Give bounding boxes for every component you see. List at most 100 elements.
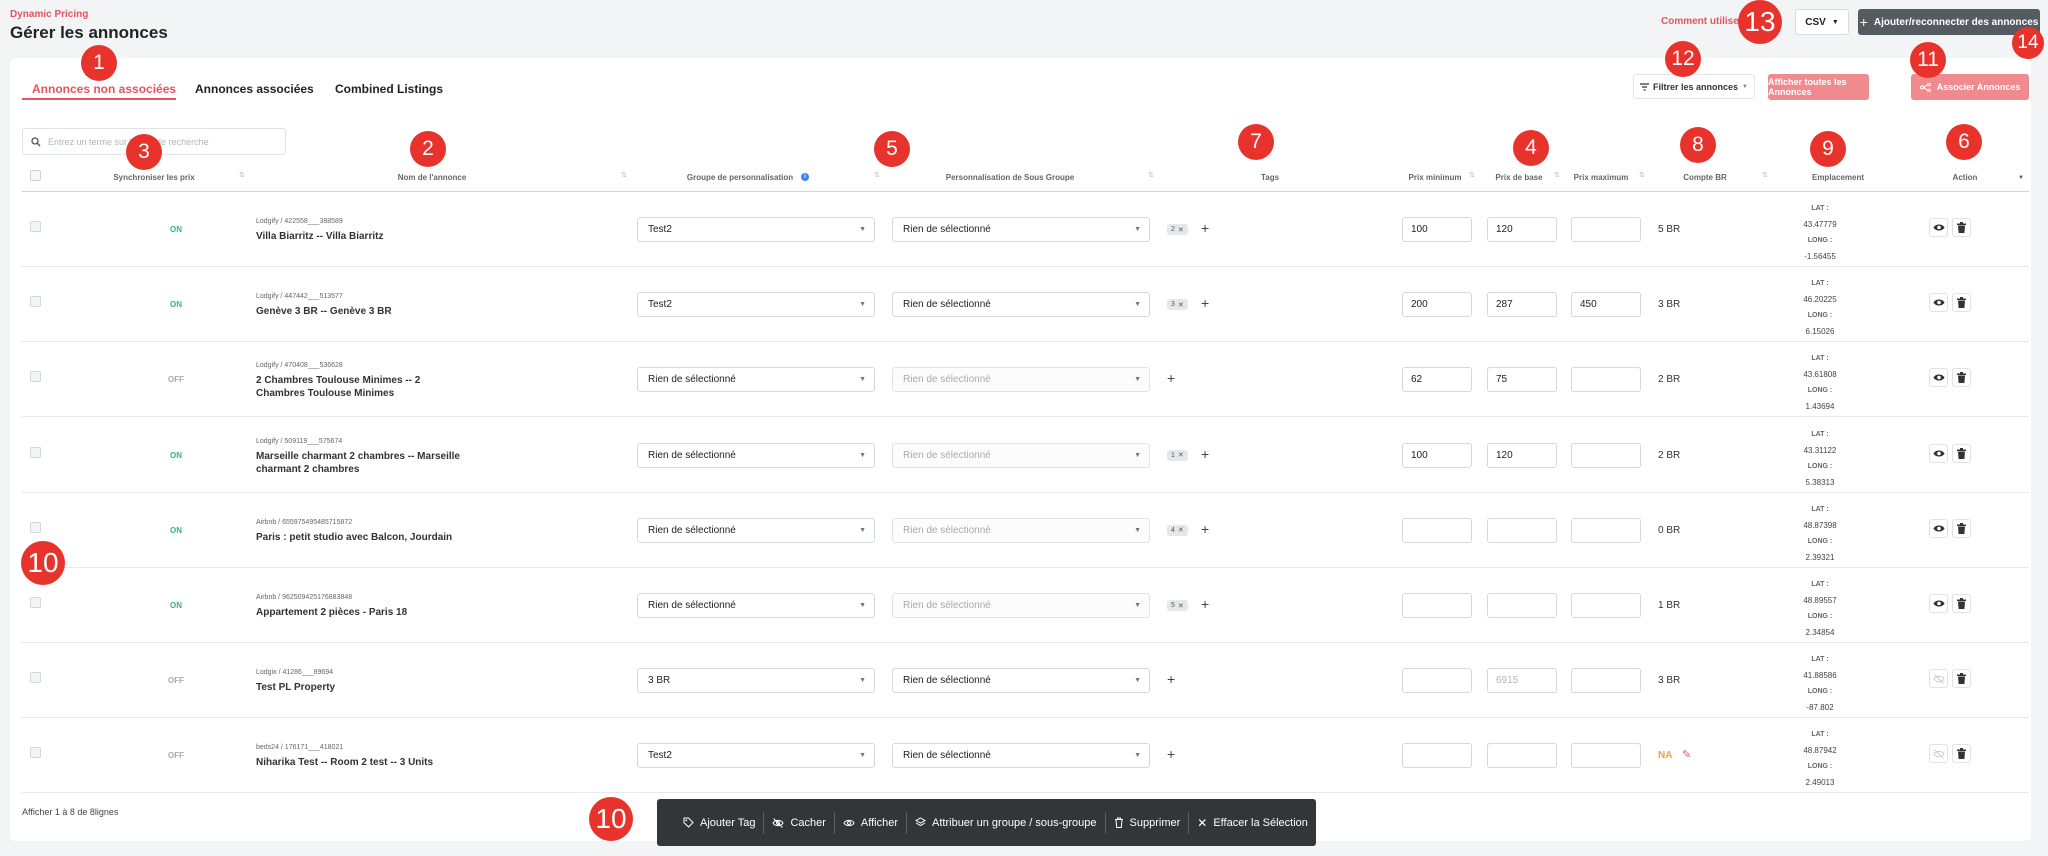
subgroup-select[interactable]: Rien de sélectionné ▼ [892, 517, 1150, 543]
hide-button[interactable]: Cacher [764, 812, 833, 834]
col-group[interactable]: Groupe de personnalisation [680, 173, 800, 182]
col-base-price[interactable]: Prix de base [1484, 173, 1554, 182]
filter-button[interactable]: Filtrer les annonces ▼ [1633, 74, 1755, 99]
trash-icon[interactable] [1952, 594, 1971, 613]
sort-icon[interactable]: ⇅ [874, 172, 880, 180]
max-price-input[interactable] [1571, 517, 1641, 543]
col-sync[interactable]: Synchroniser les prix [104, 173, 204, 182]
col-name[interactable]: Nom de l'annonce [372, 173, 492, 182]
row-checkbox[interactable] [30, 446, 41, 458]
base-price-input[interactable] [1487, 743, 1557, 769]
close-icon[interactable]: ✕ [1178, 526, 1184, 534]
close-icon[interactable]: ✕ [1178, 602, 1184, 610]
col-subgroup[interactable]: Personnalisation de Sous Groupe [940, 173, 1080, 182]
subgroup-select[interactable]: Rien de sélectionné ▼ [892, 743, 1150, 769]
sync-toggle[interactable]: ON [146, 300, 206, 309]
group-select[interactable]: 3 BR ▼ [637, 668, 875, 694]
tag-chip[interactable]: 1 ✕ [1167, 449, 1188, 461]
eye-icon[interactable] [1929, 368, 1948, 388]
trash-icon[interactable] [1952, 218, 1971, 237]
sync-toggle[interactable]: ON [146, 225, 206, 234]
subgroup-select[interactable]: Rien de sélectionné ▼ [892, 217, 1150, 242]
group-select[interactable]: Rien de sélectionné ▼ [637, 367, 875, 393]
eye-icon[interactable] [1929, 293, 1948, 313]
sync-toggle[interactable]: ON [146, 451, 206, 460]
sort-icon[interactable]: ⇅ [1554, 172, 1560, 180]
row-checkbox[interactable] [30, 221, 41, 232]
min-price-input[interactable]: 62 [1402, 367, 1472, 393]
add-tag-icon[interactable]: + [1201, 220, 1209, 236]
sort-icon[interactable]: ⇅ [621, 172, 627, 180]
row-checkbox[interactable] [30, 521, 41, 533]
trash-icon[interactable] [1952, 368, 1971, 388]
eye-icon[interactable] [1929, 443, 1948, 463]
pencil-icon[interactable]: ✎ [1682, 748, 1691, 761]
subgroup-select[interactable]: Rien de sélectionné ▼ [892, 292, 1150, 318]
sort-icon[interactable]: ⇅ [1469, 172, 1475, 180]
add-listings-button[interactable]: + Ajouter/reconnecter des annonces [1858, 9, 2040, 35]
sort-icon[interactable]: ⇅ [1148, 172, 1154, 180]
base-price-input[interactable]: 120 [1487, 442, 1557, 468]
select-all-checkbox[interactable] [30, 170, 41, 181]
group-select[interactable]: Test2 ▼ [637, 217, 875, 242]
col-br-count[interactable]: Compte BR [1670, 173, 1740, 182]
max-price-input[interactable] [1571, 217, 1641, 242]
sync-toggle[interactable]: OFF [146, 375, 206, 384]
add-tag-icon[interactable]: + [1201, 446, 1209, 462]
max-price-input[interactable]: 450 [1571, 292, 1641, 318]
base-price-input[interactable] [1487, 593, 1557, 618]
chevron-down-icon[interactable]: ▼ [2018, 174, 2024, 182]
max-price-input[interactable] [1571, 442, 1641, 468]
group-select[interactable]: Test2 ▼ [637, 743, 875, 769]
trash-icon[interactable] [1952, 293, 1971, 313]
eye-icon[interactable] [1929, 518, 1948, 538]
add-tag-icon[interactable]: + [1167, 746, 1175, 762]
sort-icon[interactable]: ⇅ [1762, 172, 1768, 180]
col-min-price[interactable]: Prix minimum [1400, 173, 1470, 182]
base-price-input[interactable]: 6915 [1487, 668, 1557, 694]
eye-off-icon[interactable] [1929, 744, 1948, 764]
close-icon[interactable]: ✕ [1178, 301, 1184, 309]
add-tag-icon[interactable]: + [1201, 596, 1209, 612]
tag-chip[interactable]: 4 ✕ [1167, 524, 1188, 536]
delete-button[interactable]: Supprimer [1106, 812, 1189, 834]
min-price-input[interactable]: 100 [1402, 217, 1472, 242]
col-max-price[interactable]: Prix maximum [1566, 173, 1636, 182]
max-price-input[interactable] [1571, 668, 1641, 694]
base-price-input[interactable]: 287 [1487, 292, 1557, 318]
min-price-input[interactable] [1402, 517, 1472, 543]
clear-selection-button[interactable]: ✕ Effacer la Sélection [1189, 812, 1316, 834]
add-tag-icon[interactable]: + [1201, 295, 1209, 311]
trash-icon[interactable] [1952, 744, 1971, 764]
subgroup-select[interactable]: Rien de sélectionné ▼ [892, 593, 1150, 618]
min-price-input[interactable]: 200 [1402, 292, 1472, 318]
subgroup-select[interactable]: Rien de sélectionné ▼ [892, 367, 1150, 393]
show-button[interactable]: Afficher [835, 812, 906, 834]
group-select[interactable]: Rien de sélectionné ▼ [637, 442, 875, 468]
max-price-input[interactable] [1571, 743, 1641, 769]
min-price-input[interactable] [1402, 593, 1472, 618]
add-tag-button[interactable]: Ajouter Tag [675, 812, 763, 834]
sync-toggle[interactable]: ON [146, 601, 206, 610]
group-select[interactable]: Rien de sélectionné ▼ [637, 593, 875, 618]
max-price-input[interactable] [1571, 593, 1641, 618]
show-all-button[interactable]: Afficher toutes les Annonces [1768, 74, 1869, 100]
tab-associated[interactable]: Annonces associées [195, 82, 314, 96]
row-checkbox[interactable] [30, 296, 41, 308]
trash-icon[interactable] [1952, 518, 1971, 538]
tag-chip[interactable]: 3 ✕ [1167, 299, 1188, 311]
max-price-input[interactable] [1571, 367, 1641, 393]
base-price-input[interactable]: 75 [1487, 367, 1557, 393]
row-checkbox[interactable] [30, 747, 41, 759]
eye-off-icon[interactable] [1929, 669, 1948, 689]
add-tag-icon[interactable]: + [1167, 370, 1175, 386]
tab-combined[interactable]: Combined Listings [335, 82, 443, 96]
group-select[interactable]: Rien de sélectionné ▼ [637, 517, 875, 543]
min-price-input[interactable]: 100 [1402, 442, 1472, 468]
trash-icon[interactable] [1952, 669, 1971, 689]
sync-toggle[interactable]: OFF [146, 751, 206, 760]
sort-icon[interactable]: ⇅ [239, 172, 245, 180]
sort-icon[interactable]: ⇅ [1639, 172, 1645, 180]
base-price-input[interactable] [1487, 517, 1557, 543]
sync-toggle[interactable]: OFF [146, 676, 206, 685]
